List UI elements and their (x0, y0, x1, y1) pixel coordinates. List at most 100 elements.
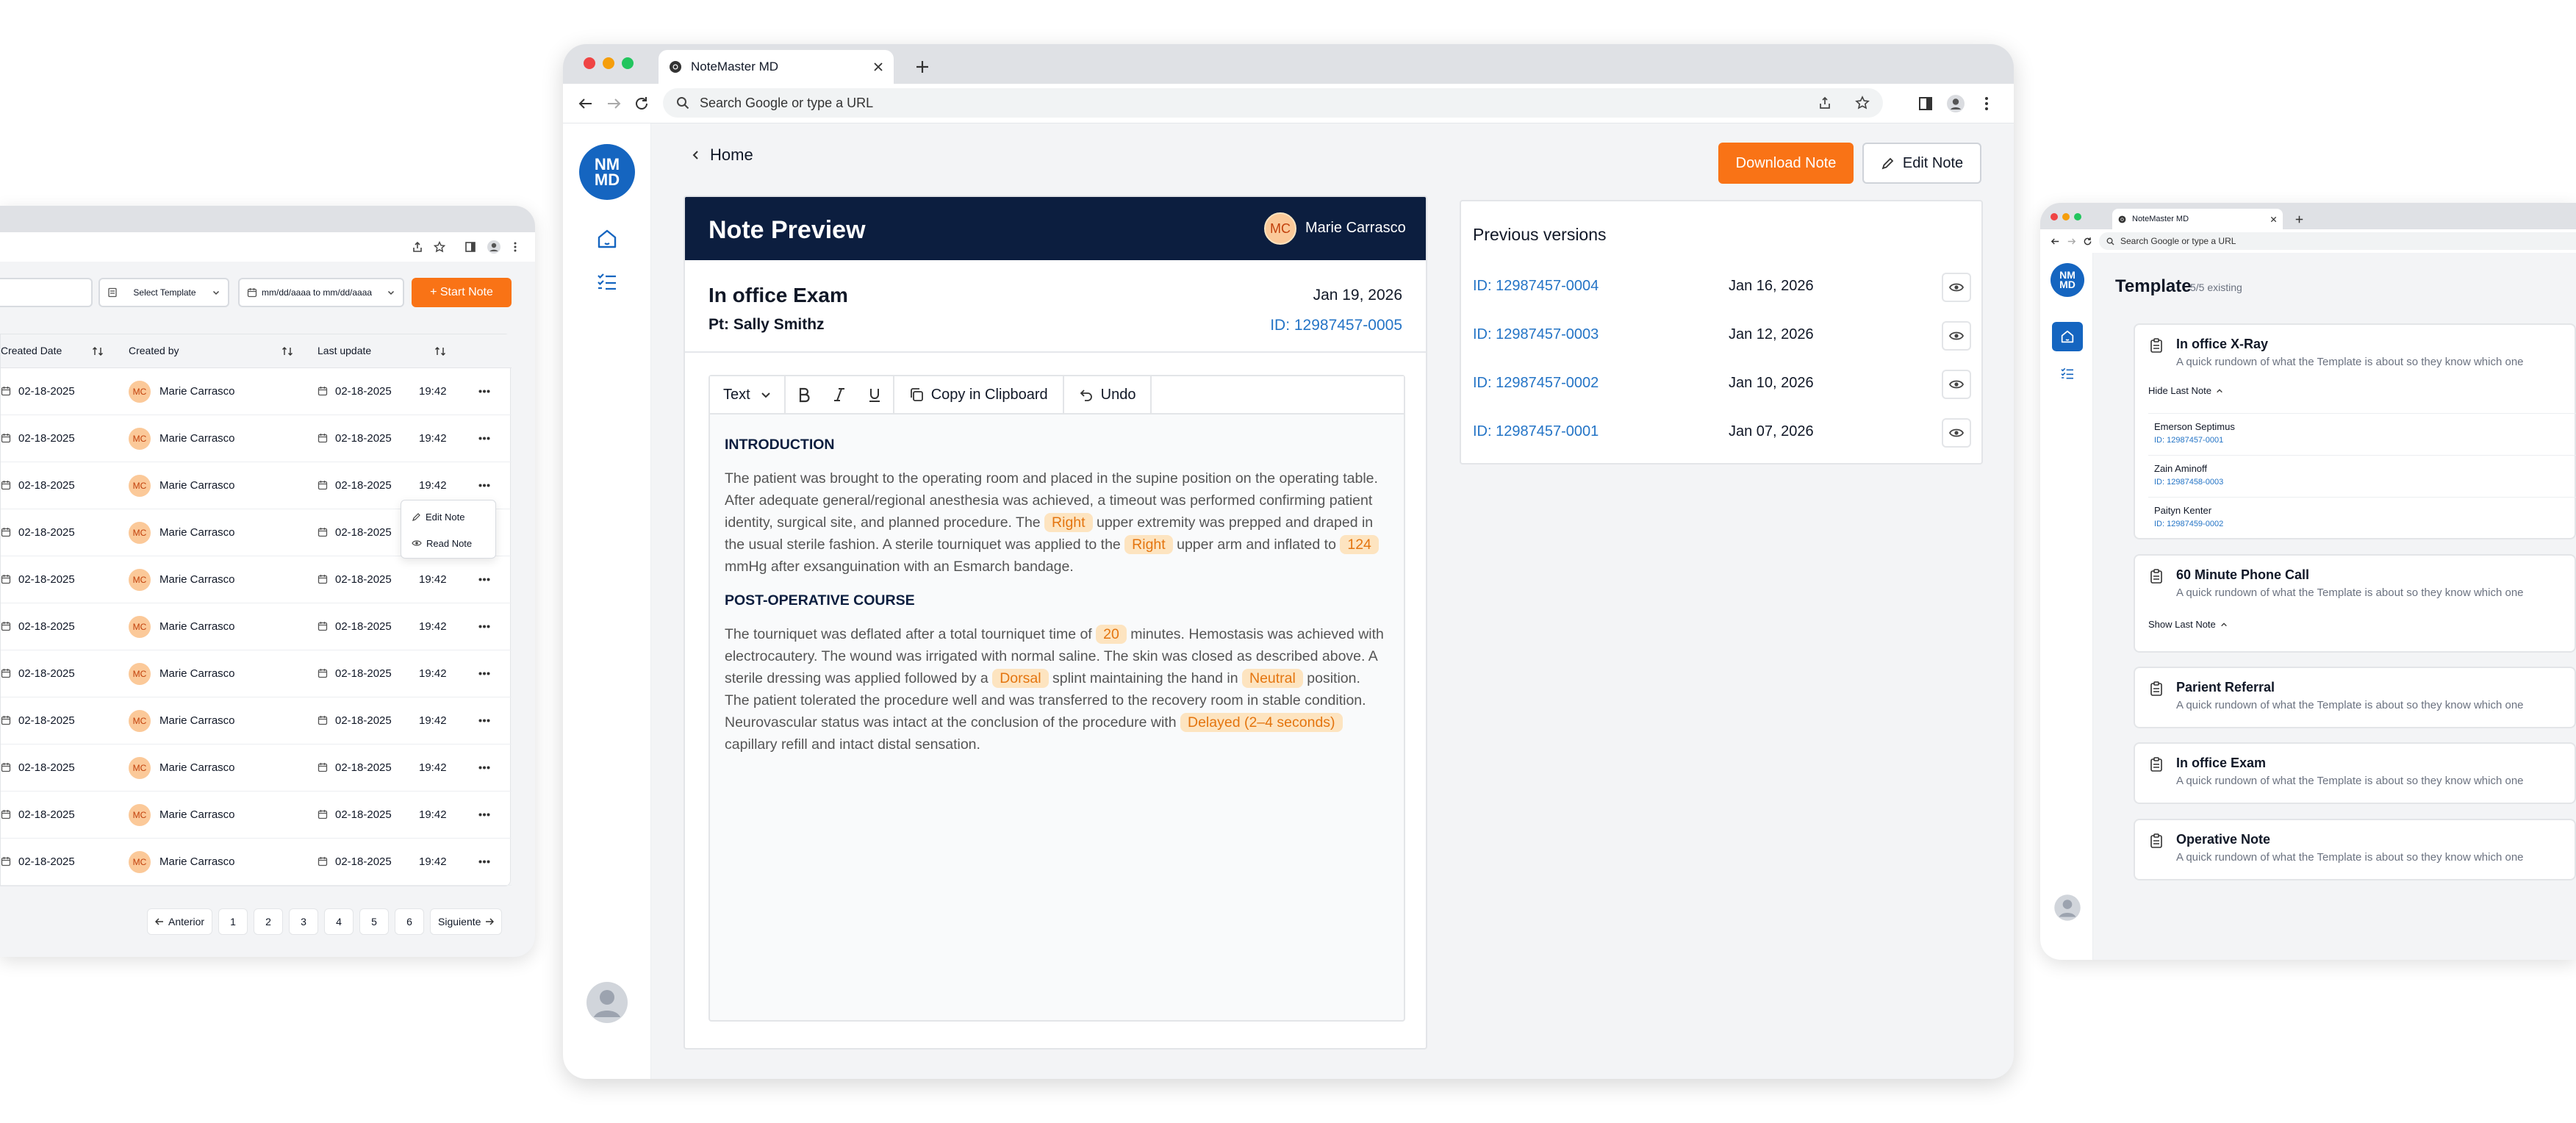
sort-icon[interactable] (92, 346, 104, 356)
user-avatar-icon[interactable] (2053, 894, 2081, 922)
search-input[interactable] (0, 278, 93, 307)
more-options-icon[interactable] (478, 860, 490, 864)
close-window-dot[interactable] (2051, 213, 2058, 220)
table-row[interactable]: 02-18-2025 MC Marie Carrasco 02-18-2025 19:4… (1, 650, 512, 697)
field-laterality[interactable]: Right (1044, 513, 1093, 532)
menu-read-note[interactable]: Read Note (401, 530, 495, 556)
field-pressure[interactable]: 124 (1340, 535, 1379, 554)
profile-icon[interactable] (487, 240, 501, 254)
star-icon[interactable] (434, 241, 445, 253)
page-button[interactable]: 6 (395, 908, 425, 935)
back-arrow-icon[interactable] (2051, 237, 2060, 246)
page-button[interactable]: 2 (254, 908, 284, 935)
more-options-icon[interactable] (478, 390, 490, 393)
menu-edit-note[interactable]: Edit Note (401, 503, 495, 530)
table-row[interactable]: 02-18-2025 MC Marie Carrasco 02-18-2025 19:4… (1, 368, 512, 415)
reload-icon[interactable] (2083, 237, 2092, 246)
page-button[interactable]: 5 (359, 908, 390, 935)
sidepanel-icon[interactable] (1918, 96, 1933, 111)
reload-icon[interactable] (634, 96, 650, 112)
new-tab-icon[interactable] (914, 59, 930, 75)
user-avatar-icon[interactable] (585, 980, 629, 1025)
close-icon[interactable] (2270, 216, 2277, 223)
kebab-menu-icon[interactable] (513, 241, 517, 253)
view-version-button[interactable] (1942, 273, 1971, 302)
view-version-button[interactable] (1942, 321, 1971, 351)
last-note-item[interactable]: Emerson Septimus ID: 12987457-0001 (2148, 413, 2576, 451)
maximize-window-dot[interactable] (622, 57, 634, 69)
minimize-window-dot[interactable] (603, 57, 614, 69)
table-row[interactable]: 02-18-2025 MC Marie Carrasco 02-18-2025 19:4… (1, 415, 512, 462)
forward-arrow-icon[interactable] (2067, 237, 2076, 246)
bold-icon[interactable] (797, 387, 811, 403)
more-options-icon[interactable] (478, 578, 490, 581)
view-version-button[interactable] (1942, 418, 1971, 448)
template-card[interactable]: 60 Minute Phone Call A quick rundown of w… (2134, 554, 2576, 653)
field-tourniquet-time[interactable]: 20 (1096, 625, 1127, 644)
last-note-id[interactable]: ID: 12987458-0003 (2154, 478, 2223, 487)
date-range-select[interactable]: mm/dd/aaaa to mm/dd/aaaa (238, 278, 404, 307)
more-options-icon[interactable] (478, 625, 490, 628)
sidepanel-icon[interactable] (464, 241, 476, 253)
last-note-item[interactable]: Zain Aminoff ID: 12987458-0003 (2148, 455, 2576, 493)
table-row[interactable]: 02-18-2025 MC Marie Carrasco 02-18-2025 19:4… (1, 745, 512, 792)
checklist-icon[interactable] (596, 270, 618, 293)
template-card[interactable]: Parient Referral A quick rundown of what … (2134, 667, 2576, 728)
forward-arrow-icon[interactable] (606, 96, 622, 112)
home-icon[interactable] (596, 228, 618, 250)
version-id[interactable]: ID: 12987457-0002 (1473, 375, 1599, 392)
maximize-window-dot[interactable] (2074, 213, 2081, 220)
more-options-icon[interactable] (478, 813, 490, 817)
more-options-icon[interactable] (478, 437, 490, 440)
more-options-icon[interactable] (478, 719, 490, 722)
text-style-dropdown[interactable]: Text (710, 376, 786, 414)
field-splint[interactable]: Dorsal (992, 669, 1049, 688)
share-icon[interactable] (412, 241, 423, 253)
pagination-next[interactable]: Siguiente (430, 908, 503, 935)
copy-clipboard-button[interactable]: Copy in Clipboard (894, 376, 1064, 414)
table-row[interactable]: 02-18-2025 MC Marie Carrasco 02-18-2025 19:4… (1, 556, 512, 603)
new-tab-icon[interactable] (2295, 215, 2304, 224)
version-id[interactable]: ID: 12987457-0001 (1473, 423, 1599, 440)
app-logo[interactable]: NM MD (579, 144, 635, 200)
more-options-icon[interactable] (478, 672, 490, 675)
browser-tab[interactable]: NoteMaster MD (659, 50, 894, 84)
sort-icon[interactable] (281, 346, 293, 356)
browser-tab[interactable]: NoteMaster MD (2112, 209, 2283, 229)
field-capillary-refill[interactable]: Delayed (2–4 seconds) (1180, 713, 1343, 732)
underline-icon[interactable] (868, 387, 881, 403)
page-button[interactable]: 4 (324, 908, 354, 935)
col-last-update[interactable]: Last update (317, 345, 371, 356)
table-row[interactable]: 02-18-2025 MC Marie Carrasco 02-18-2025 19:4… (1, 839, 512, 886)
toggle-last-note[interactable]: Show Last Note (2148, 619, 2228, 630)
table-row[interactable]: 02-18-2025 MC Marie Carrasco 02-18-2025 19:4… (1, 697, 512, 745)
edit-note-button[interactable]: Edit Note (1862, 143, 1981, 184)
download-note-button[interactable]: Download Note (1718, 143, 1854, 184)
template-card[interactable]: In office X-Ray A quick rundown of what t… (2134, 323, 2576, 539)
field-laterality[interactable]: Right (1124, 535, 1173, 554)
kebab-menu-icon[interactable] (1984, 96, 1989, 111)
italic-icon[interactable] (833, 387, 846, 403)
start-note-button[interactable]: + Start Note (412, 278, 512, 307)
last-note-id[interactable]: ID: 12987457-0001 (2154, 436, 2223, 445)
version-id[interactable]: ID: 12987457-0003 (1473, 326, 1599, 343)
close-icon[interactable] (873, 62, 883, 72)
checklist-icon[interactable] (2060, 366, 2075, 381)
back-arrow-icon[interactable] (578, 96, 594, 112)
minimize-window-dot[interactable] (2062, 213, 2070, 220)
pagination-prev[interactable]: Anterior (147, 908, 213, 935)
share-icon[interactable] (1818, 96, 1831, 110)
app-logo[interactable]: NM MD (2051, 263, 2084, 297)
back-home-link[interactable]: Home (691, 146, 753, 165)
address-bar[interactable]: Search Google or type a URL (663, 88, 1883, 118)
more-options-icon[interactable] (478, 766, 490, 769)
page-button[interactable]: 3 (289, 908, 319, 935)
page-button[interactable]: 1 (218, 908, 248, 935)
profile-icon[interactable] (1946, 94, 1965, 113)
template-select[interactable]: Select Template (98, 278, 229, 307)
view-version-button[interactable] (1942, 370, 1971, 399)
last-note-item[interactable]: Paityn Kenter ID: 12987459-0002 (2148, 497, 2576, 535)
more-options-icon[interactable] (478, 484, 490, 487)
sort-icon[interactable] (434, 346, 446, 356)
template-card[interactable]: In office Exam A quick rundown of what th… (2134, 742, 2576, 804)
